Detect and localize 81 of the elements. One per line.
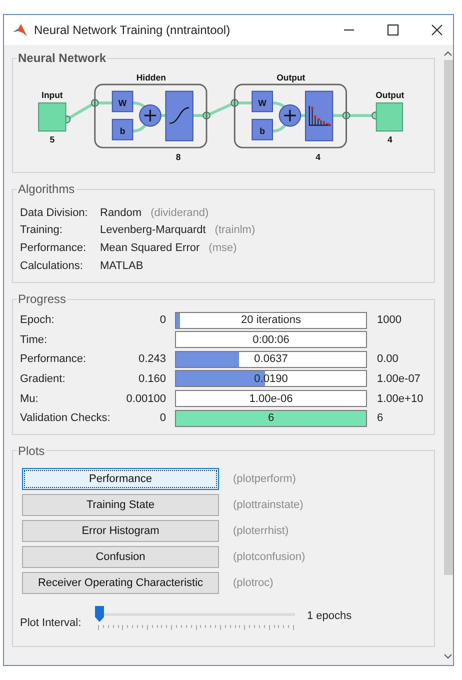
plot-button[interactable]: Performance [22, 468, 219, 490]
function-name: (plotroc) [233, 576, 274, 589]
target-value: 0.00 [377, 353, 398, 366]
connector-line [132, 123, 148, 133]
junction-dot [230, 99, 239, 107]
scrollbar-thumb[interactable] [444, 60, 452, 575]
target-value: 1.00e+10 [377, 392, 424, 405]
target-value: 1.00e-07 [377, 372, 420, 385]
peak-logo-icon [12, 22, 28, 38]
junction-dot [91, 99, 99, 107]
progress-label: Time: [20, 334, 48, 346]
algorithm-value: Random [100, 206, 142, 219]
connector-line [272, 101, 287, 110]
function-name: (dividerand) [150, 206, 209, 219]
progress-label: Mu: [20, 392, 40, 405]
output-size: 4 [388, 134, 392, 145]
scroll-up-icon[interactable] [444, 51, 452, 56]
weight-block: W [252, 90, 273, 112]
algorithm-label: Training: [20, 224, 64, 236]
maximize-icon[interactable] [387, 24, 399, 36]
slider-thumb[interactable] [95, 606, 104, 622]
layer-size: 4 [316, 152, 321, 162]
window-title: Neural Network Training (nntraintool) [34, 23, 232, 37]
progress-bar: 0.0637 [175, 350, 367, 368]
algorithm-value: Levenberg-Marquardt [100, 224, 206, 236]
sum-icon [278, 104, 302, 127]
start-value: 0.00100 [126, 392, 166, 405]
input-block [38, 102, 66, 132]
layer-title: Output [276, 72, 306, 83]
input-size: 5 [50, 134, 55, 145]
output-label: Output [376, 90, 404, 100]
plot-interval-slider[interactable] [95, 606, 297, 632]
function-name: (plotperform) [233, 472, 296, 485]
junction-dot [342, 112, 350, 120]
panel-title: Algorithms [17, 182, 76, 196]
algorithm-label: Calculations: [20, 260, 84, 272]
progress-label: Performance: [20, 353, 88, 366]
bias-block: b [252, 118, 273, 140]
sigmoid-curve-icon [165, 90, 194, 142]
progress-label: Validation Checks: [20, 412, 112, 424]
start-value: 0 [160, 314, 166, 326]
algorithm-value: MATLAB [100, 260, 144, 272]
panel-title: Neural Network [17, 51, 108, 65]
stem-plot-icon [305, 90, 334, 142]
start-value: 0 [160, 412, 166, 424]
connector-line [272, 123, 288, 133]
junction-dot [202, 112, 210, 120]
plot-button[interactable]: Receiver Operating Characteristic [22, 572, 219, 594]
target-value: 1000 [377, 314, 402, 326]
function-name: (ploterrhist) [233, 524, 289, 537]
close-icon[interactable] [431, 24, 443, 36]
algorithm-value: Mean Squared Error [100, 242, 200, 254]
slider-reading: 1 epochs [307, 610, 352, 622]
connector-line [132, 101, 147, 110]
panel-title: Plots [17, 444, 46, 458]
layer-title: Hidden [136, 72, 166, 83]
progress-label: Epoch: [20, 314, 56, 326]
progress-bar: 6 [175, 410, 367, 427]
plot-button[interactable]: Confusion [22, 546, 219, 568]
bias-block: b [112, 118, 134, 140]
function-name: (plottrainstate) [233, 498, 304, 511]
function-name: (trainlm) [214, 224, 256, 236]
function-name: (mse) [208, 242, 237, 254]
target-value: 6 [377, 412, 384, 424]
slider-label: Plot Interval: [20, 616, 82, 629]
layer-size: 8 [176, 152, 181, 162]
plot-button[interactable]: Training State [22, 494, 219, 516]
sum-icon [139, 104, 162, 127]
scroll-down-icon[interactable] [444, 654, 452, 659]
weight-block: W [112, 90, 134, 112]
progress-bar: 20 iterations [175, 312, 367, 329]
algorithm-label: Data Division: [20, 206, 89, 219]
start-value: 0.243 [138, 353, 166, 366]
panel-title: Progress [17, 292, 68, 306]
progress-label: Gradient: [20, 372, 66, 385]
algorithm-label: Performance: [20, 242, 88, 254]
input-label: Input [42, 90, 63, 100]
function-name: (plotconfusion) [233, 550, 306, 563]
output-block [376, 102, 404, 132]
start-value: 0.160 [138, 372, 166, 385]
plot-button[interactable]: Error Histogram [22, 520, 219, 542]
